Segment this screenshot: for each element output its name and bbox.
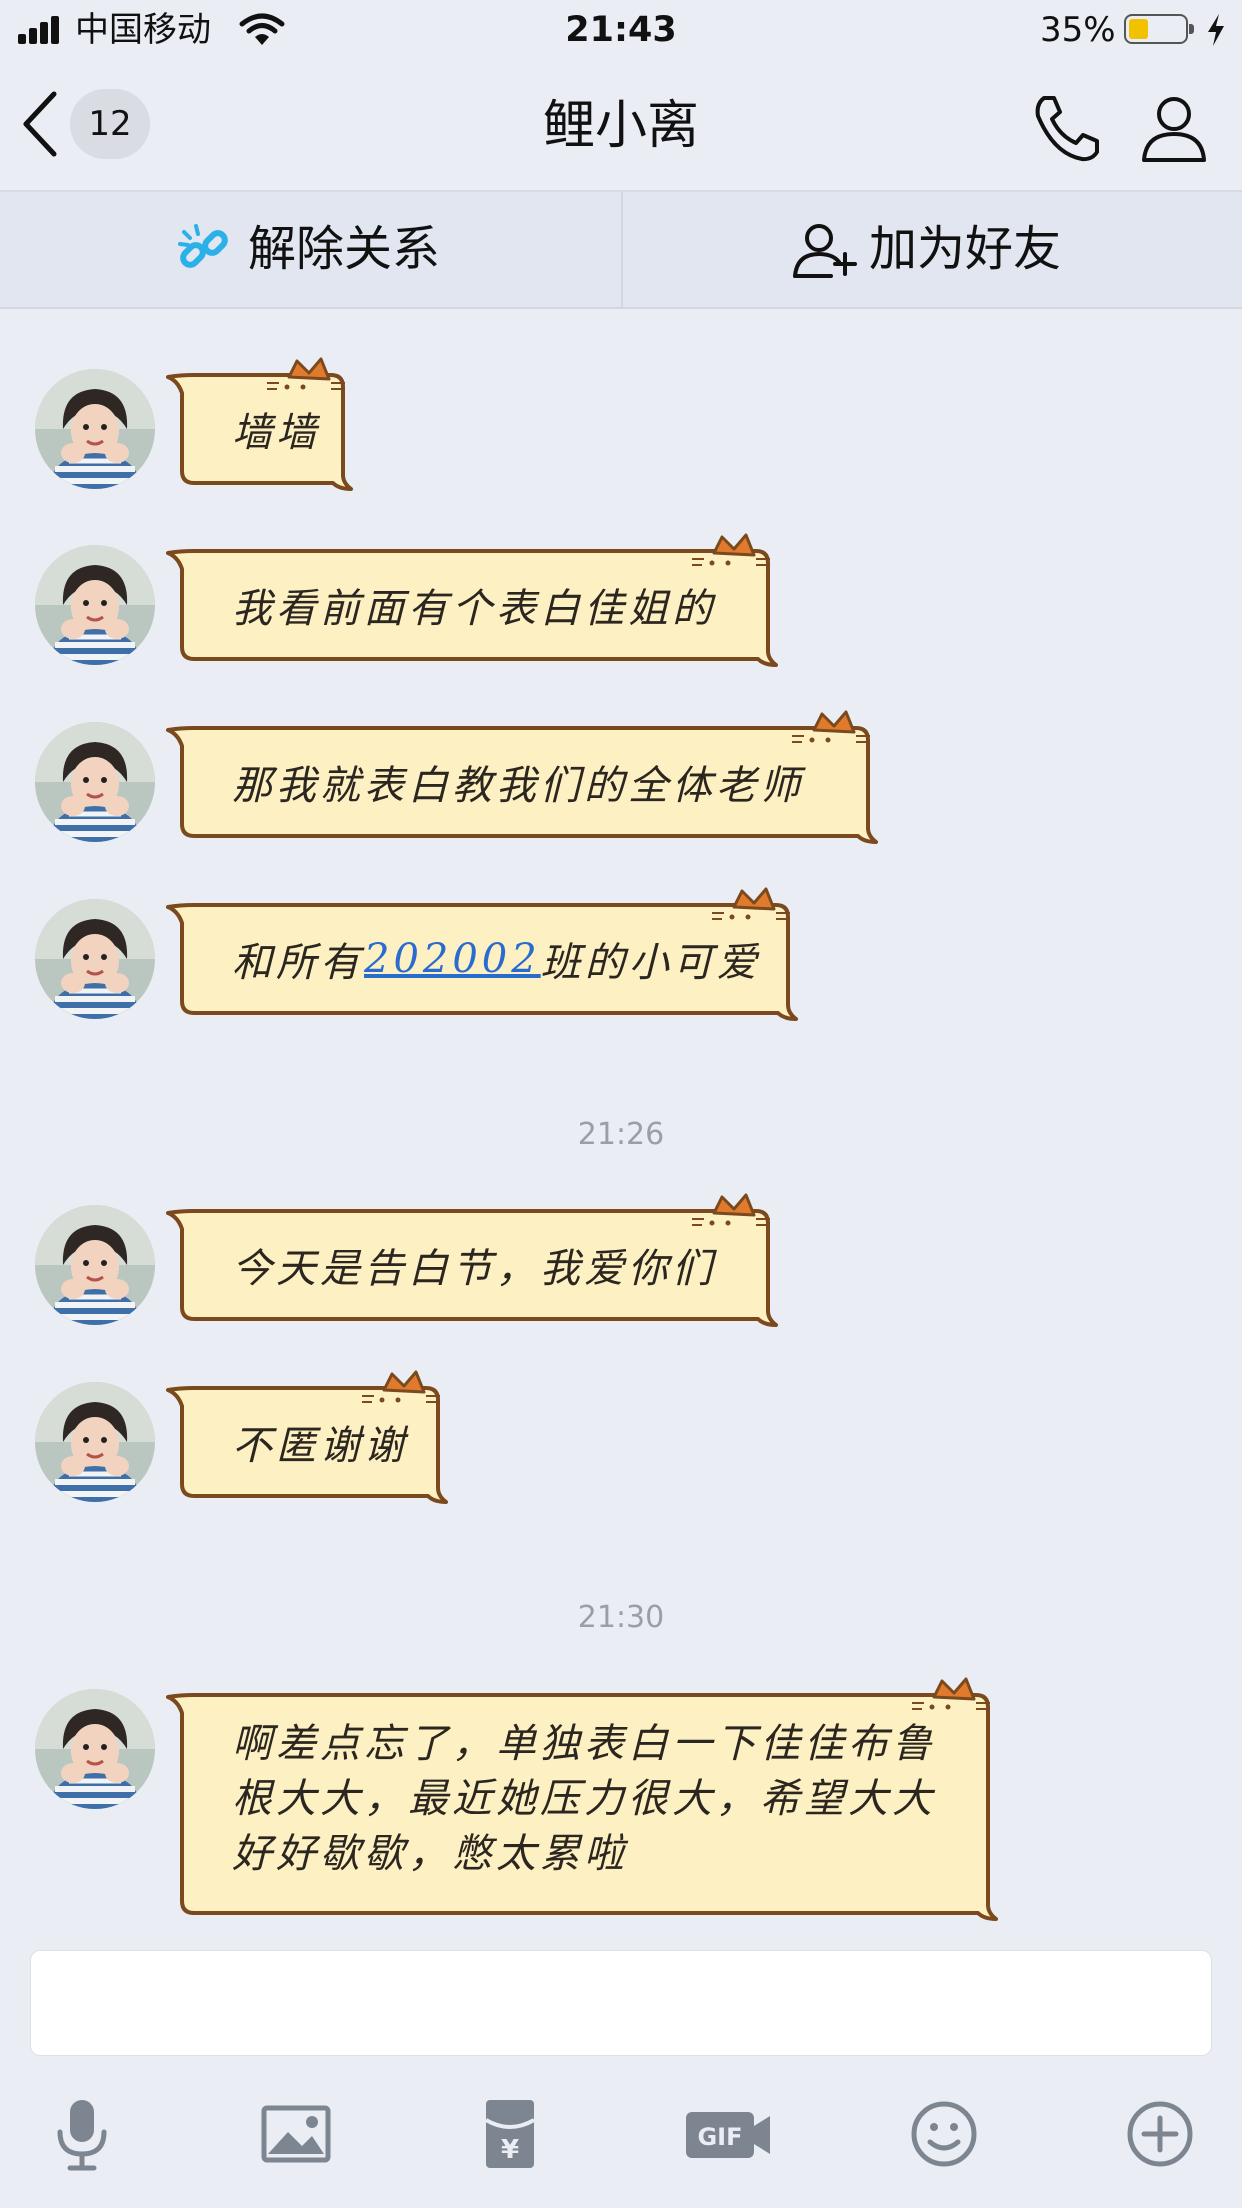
- avatar[interactable]: [35, 1205, 155, 1325]
- svg-text:GIF: GIF: [697, 2123, 742, 2151]
- avatar-image: [35, 1382, 155, 1502]
- avatar[interactable]: [35, 369, 155, 489]
- message-bubble[interactable]: 不匿谢谢: [166, 1370, 460, 1504]
- message-text-prefix: 和所有: [232, 940, 364, 986]
- avatar[interactable]: [35, 1689, 155, 1809]
- message-input[interactable]: [30, 1950, 1212, 2056]
- unlink-label: 解除关系: [248, 221, 441, 277]
- avatar[interactable]: [35, 899, 155, 1019]
- message-bubble[interactable]: 和所有 202002 班的小可爱: [166, 887, 810, 1021]
- message-text: 不匿谢谢: [232, 1423, 408, 1469]
- avatar-image: [35, 1205, 155, 1325]
- avatar-image: [35, 899, 155, 1019]
- unread-count-badge[interactable]: 12: [70, 89, 150, 159]
- wifi-icon: [239, 13, 285, 45]
- message-bubble[interactable]: 今天是告白节，我爱你们: [166, 1193, 790, 1327]
- battery-fill: [1129, 19, 1148, 39]
- add-friend-label: 加为好友: [869, 221, 1062, 277]
- avatar-image: [35, 545, 155, 665]
- chat-area[interactable]: 墙墙 我看前面有个表白佳姐的 那我就表白教我们的全体老师 和所有 202002 …: [0, 309, 1242, 1949]
- profile-icon[interactable]: [1138, 92, 1210, 164]
- message-text: 啊差点忘了，单独表白一下佳佳布鲁根大大，最近她压力很大，希望大大好好歇歇，憋太累…: [232, 1721, 936, 1877]
- message-text: 墙墙: [232, 410, 320, 456]
- unlink-icon: [178, 224, 228, 268]
- message-text: 那我就表白教我们的全体老师: [232, 763, 804, 809]
- plus-icon[interactable]: [1120, 2094, 1200, 2174]
- avatar[interactable]: [35, 1382, 155, 1502]
- add-friend-icon: [793, 224, 857, 278]
- image-icon[interactable]: [256, 2094, 336, 2174]
- avatar[interactable]: [35, 545, 155, 665]
- time-separator: 21:26: [577, 1117, 665, 1152]
- avatar-image: [35, 1689, 155, 1809]
- add-friend-button[interactable]: 加为好友: [623, 192, 1242, 307]
- svg-text:¥: ¥: [501, 2135, 519, 2165]
- input-toolbar: ¥ GIF: [0, 2080, 1242, 2190]
- message-text: 今天是告白节，我爱你们: [232, 1246, 716, 1292]
- battery-percent: 35%: [1040, 10, 1116, 50]
- charging-icon: [1208, 14, 1224, 46]
- avatar[interactable]: [35, 722, 155, 842]
- message-bubble[interactable]: 啊差点忘了，单独表白一下佳佳布鲁根大大，最近她压力很大，希望大大好好歇歇，憋太累…: [166, 1677, 1010, 1921]
- battery-icon: [1124, 14, 1194, 44]
- carrier-label: 中国移动: [75, 10, 211, 50]
- message-bubble[interactable]: 那我就表白教我们的全体老师: [166, 710, 890, 844]
- time-separator: 21:30: [577, 1600, 665, 1635]
- class-number-link[interactable]: 202002: [364, 936, 541, 982]
- message-bubble[interactable]: 我看前面有个表白佳姐的: [166, 533, 790, 667]
- nav-bar: 12 鲤小离: [0, 60, 1242, 192]
- back-icon[interactable]: [18, 88, 62, 160]
- status-bar: 中国移动 21:43 35%: [0, 0, 1242, 60]
- avatar-image: [35, 369, 155, 489]
- message-text: 我看前面有个表白佳姐的: [232, 586, 716, 632]
- avatar-image: [35, 722, 155, 842]
- microphone-icon[interactable]: [42, 2094, 122, 2174]
- emoji-icon[interactable]: [904, 2094, 984, 2174]
- message-bubble[interactable]: 墙墙: [166, 357, 365, 491]
- signal-icon: [18, 16, 60, 44]
- relationship-action-bar: 解除关系 加为好友: [0, 192, 1242, 309]
- phone-icon[interactable]: [1030, 92, 1102, 164]
- gif-icon[interactable]: GIF: [684, 2094, 774, 2174]
- message-text: 和所有 202002 班的小可爱: [170, 899, 810, 1019]
- red-packet-icon[interactable]: ¥: [470, 2094, 550, 2174]
- message-text-suffix: 班的小可爱: [540, 940, 761, 986]
- unlink-relationship-button[interactable]: 解除关系: [0, 192, 619, 307]
